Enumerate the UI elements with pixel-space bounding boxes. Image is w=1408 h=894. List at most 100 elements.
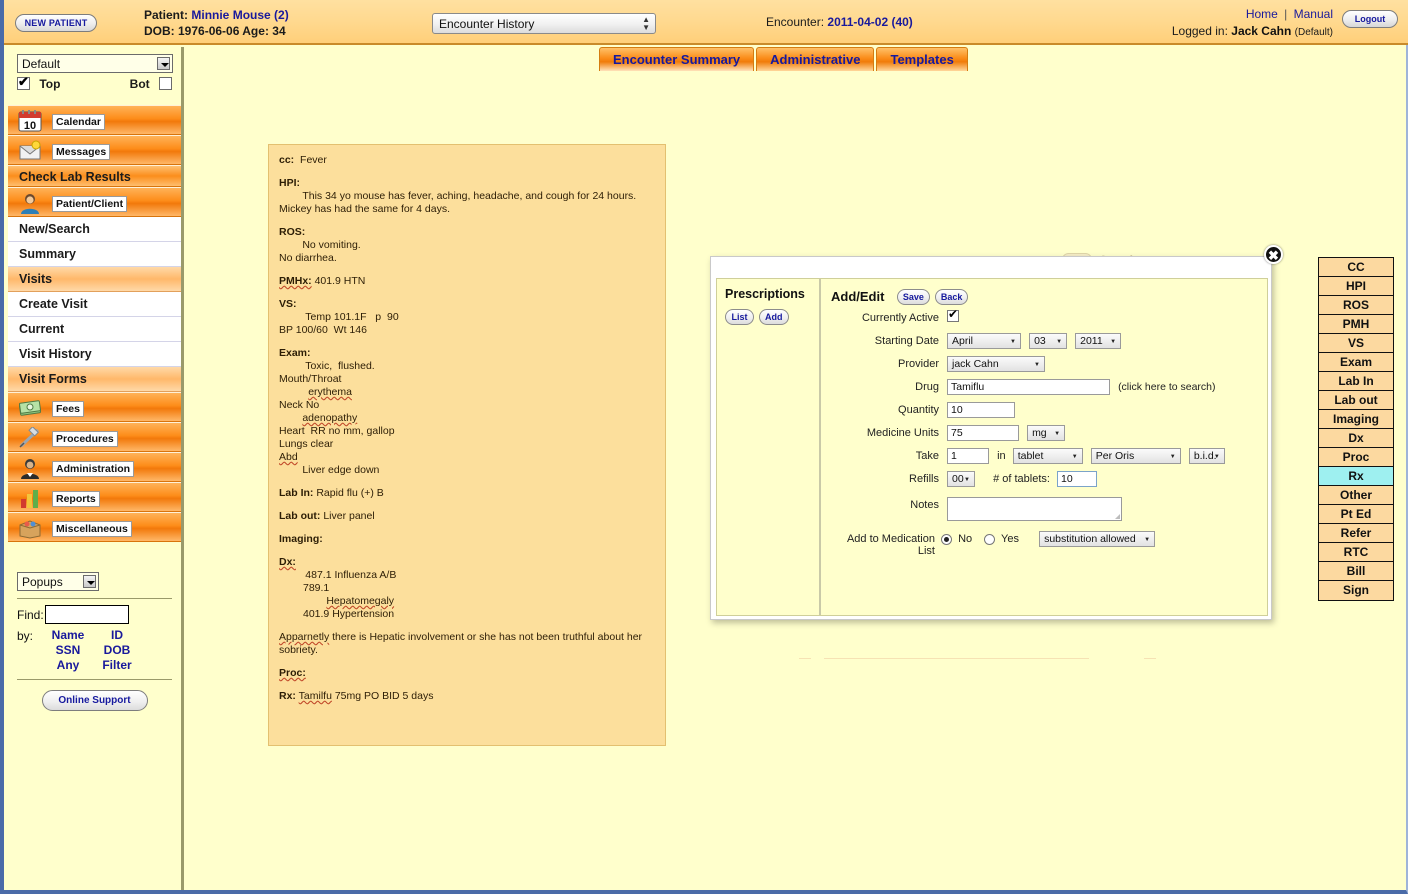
substitution-select[interactable]: substitution allowed	[1039, 531, 1156, 548]
sidebar-item-summary[interactable]: Summary	[8, 242, 181, 267]
starting-date-label: Starting Date	[874, 335, 939, 348]
find-by-name[interactable]: Name	[45, 628, 91, 642]
sidebar-item-new-search[interactable]: New/Search	[8, 217, 181, 242]
bot-checkbox[interactable]	[159, 77, 172, 90]
sidebar-item-create-visit[interactable]: Create Visit	[8, 292, 181, 317]
manual-link[interactable]: Manual	[1294, 7, 1333, 21]
tab-templates[interactable]: Templates	[876, 47, 968, 71]
note-rx-drug: Tamilfu	[298, 690, 332, 702]
form-title: Add/Edit	[831, 288, 885, 304]
online-support-button[interactable]: Online Support	[41, 690, 148, 711]
find-by-label: by:	[17, 629, 34, 643]
tab-encounter-summary[interactable]: Encounter Summary	[599, 47, 755, 71]
section-button-vs[interactable]: VS	[1319, 334, 1393, 353]
note-exam-line6a: Abd	[279, 451, 298, 463]
tablets-input[interactable]: 10	[1057, 471, 1097, 488]
section-button-hpi[interactable]: HPI	[1319, 277, 1393, 296]
take-route-select[interactable]: Per Oris	[1090, 448, 1181, 465]
section-button-proc[interactable]: Proc	[1319, 448, 1393, 467]
sidebar-item-reports[interactable]: Reports	[8, 482, 181, 512]
syringe-icon	[18, 426, 42, 449]
note-rx-rest: 75mg PO BID 5 days	[331, 690, 434, 702]
drug-search-hint[interactable]: (click here to search)	[1118, 381, 1215, 393]
find-by-id[interactable]: ID	[91, 628, 143, 642]
encounter-history-select[interactable]: Encounter History ▲ ▼	[432, 13, 656, 34]
home-link[interactable]: Home	[1246, 7, 1278, 21]
add-to-medication-list-row: Add to Medication List No Yes substituti…	[831, 531, 1259, 557]
sidebar-item-messages[interactable]: Messages	[8, 135, 181, 165]
new-patient-button[interactable]: NEW PATIENT	[15, 14, 97, 32]
sidebar-item-visit-forms[interactable]: Visit Forms	[8, 367, 181, 392]
starting-day-select[interactable]: 03	[1029, 333, 1068, 350]
section-button-pt-ed[interactable]: Pt Ed	[1319, 505, 1393, 524]
prescriptions-modal-body: Prescriptions List Add Add/Edit Save Back …	[716, 278, 1268, 616]
sidebar-item-visits[interactable]: Visits	[8, 267, 181, 292]
provider-select[interactable]: jack Cahn	[947, 356, 1045, 373]
section-button-exam[interactable]: Exam	[1319, 353, 1393, 372]
theme-select[interactable]: Default	[17, 54, 173, 73]
section-button-ros[interactable]: ROS	[1319, 296, 1393, 315]
logout-button[interactable]: Logout	[1342, 10, 1398, 28]
sidebar-item-fees[interactable]: Fees	[8, 392, 181, 422]
prescriptions-list-button[interactable]: List	[725, 309, 754, 325]
bar-chart-icon	[18, 487, 42, 509]
medicine-units-input[interactable]: 75	[947, 425, 1019, 442]
section-button-imaging[interactable]: Imaging	[1319, 410, 1393, 429]
sidebar-item-visit-history[interactable]: Visit History	[8, 342, 181, 367]
find-by-dob[interactable]: DOB	[91, 643, 143, 657]
currently-active-checkbox[interactable]	[947, 307, 959, 323]
sidebar-item-label: Calendar	[52, 113, 105, 130]
encounter-info: Encounter: 2011-04-02 (40)	[766, 15, 913, 29]
section-button-dx[interactable]: Dx	[1319, 429, 1393, 448]
drug-controls: Tamiflu (click here to search)	[947, 379, 1216, 396]
find-by-filter[interactable]: Filter	[91, 658, 143, 672]
section-button-rx[interactable]: Rx	[1319, 467, 1393, 486]
close-icon[interactable]: ✖	[1264, 245, 1283, 264]
encounter-value[interactable]: 2011-04-02 (40)	[827, 15, 912, 29]
medicine-units-select[interactable]: mg	[1027, 425, 1066, 442]
section-button-rtc[interactable]: RTC	[1319, 543, 1393, 562]
sidebar-item-patient-client[interactable]: Patient/Client	[8, 187, 181, 217]
find-by-any[interactable]: Any	[45, 658, 91, 672]
section-button-lab-out[interactable]: Lab out	[1319, 391, 1393, 410]
quantity-controls: 10	[947, 402, 1020, 419]
refills-select[interactable]: 00	[947, 471, 975, 488]
top-checkbox[interactable]	[17, 74, 30, 90]
section-button-bill[interactable]: Bill	[1319, 562, 1393, 581]
patient-name[interactable]: Minnie Mouse (2)	[191, 8, 288, 22]
form-save-button[interactable]: Save	[896, 289, 930, 305]
medicine-units-controls: 75 mg	[947, 425, 1070, 442]
sidebar-item-label: Check Lab Results	[19, 170, 131, 184]
starting-month-select[interactable]: April	[947, 333, 1021, 350]
med-list-no-radio[interactable]	[941, 533, 952, 545]
sidebar-item-administration[interactable]: Administration	[8, 452, 181, 482]
prescriptions-add-button[interactable]: Add	[759, 309, 789, 325]
note-dx-block: Dx: 487.1 Influenza A/B 789.1 Hepatomega…	[279, 556, 655, 621]
tab-administrative[interactable]: Administrative	[756, 47, 875, 71]
sidebar-item-current[interactable]: Current	[8, 317, 181, 342]
sidebar-item-procedures[interactable]: Procedures	[8, 422, 181, 452]
sidebar-item-calendar[interactable]: 10 Calendar	[8, 105, 181, 135]
section-button-lab-in[interactable]: Lab In	[1319, 372, 1393, 391]
sidebar-item-miscellaneous[interactable]: Miscellaneous	[8, 512, 181, 542]
section-button-cc[interactable]: CC	[1319, 258, 1393, 277]
starting-year-select[interactable]: 2011	[1075, 333, 1122, 350]
popups-select[interactable]: Popups	[17, 572, 99, 591]
find-by-ssn[interactable]: SSN	[45, 643, 91, 657]
note-comment-block: Apparnetly there is Hepatic involvement …	[279, 631, 655, 657]
section-button-sign[interactable]: Sign	[1319, 581, 1393, 600]
form-back-button[interactable]: Back	[934, 289, 969, 305]
section-button-pmh[interactable]: PMH	[1319, 315, 1393, 334]
notes-textarea[interactable]	[947, 497, 1122, 522]
quantity-input[interactable]: 10	[947, 402, 1015, 419]
sidebar-item-check-lab-results[interactable]: Check Lab Results	[8, 165, 181, 187]
find-input[interactable]	[45, 605, 129, 624]
take-form-select[interactable]: tablet	[1012, 448, 1083, 465]
note-hpi-line2: Mickey has had the same for 4 days.	[279, 203, 450, 215]
take-frequency-select[interactable]: b.i.d.	[1188, 448, 1225, 465]
section-button-other[interactable]: Other	[1319, 486, 1393, 505]
section-button-refer[interactable]: Refer	[1319, 524, 1393, 543]
take-amount-input[interactable]: 1	[947, 448, 989, 465]
drug-input[interactable]: Tamiflu	[947, 379, 1110, 396]
med-list-yes-radio[interactable]	[984, 533, 996, 545]
